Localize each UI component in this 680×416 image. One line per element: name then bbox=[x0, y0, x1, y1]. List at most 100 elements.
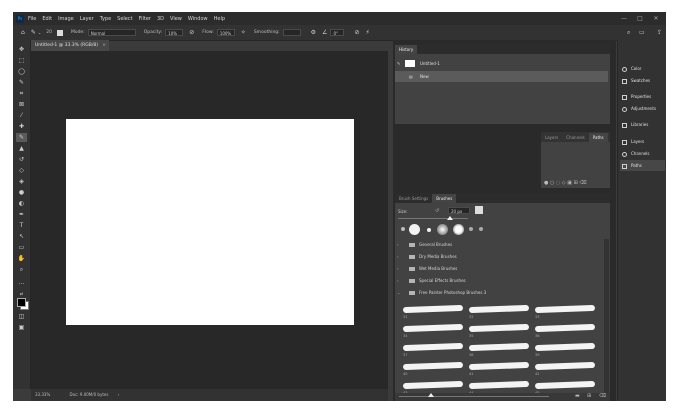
size-slider-track[interactable] bbox=[398, 218, 468, 219]
brush-stroke[interactable]: 31 bbox=[402, 301, 464, 319]
menu-type[interactable]: Type bbox=[100, 16, 111, 22]
menu-filter[interactable]: Filter bbox=[139, 16, 151, 22]
quick-select-tool-icon[interactable]: ✎ bbox=[16, 78, 27, 87]
paths-footer-icons[interactable]: ● ○ ◌ ◇ ▣ ⊞ ⌫ bbox=[544, 180, 586, 186]
preview-size-track[interactable] bbox=[399, 396, 549, 397]
zoom-tool-icon[interactable]: ⌕ bbox=[16, 265, 27, 274]
tab-history[interactable]: History bbox=[395, 45, 418, 54]
move-tool-icon[interactable]: ✥ bbox=[16, 45, 27, 54]
marquee-tool-icon[interactable]: ⬚ bbox=[16, 56, 27, 65]
hand-tool-icon[interactable]: ✋ bbox=[16, 254, 27, 263]
pen-tool-icon[interactable]: ✒ bbox=[16, 210, 27, 219]
chevron-down-icon[interactable]: ⌄ bbox=[38, 30, 41, 35]
brush-panel-toggle-icon[interactable] bbox=[56, 29, 63, 36]
tab-channels[interactable]: Channels bbox=[562, 133, 589, 142]
close-icon[interactable]: × bbox=[102, 40, 106, 51]
brush-tip-soft-small[interactable] bbox=[427, 228, 431, 232]
menu-file[interactable]: File bbox=[28, 16, 36, 22]
search-icon[interactable]: ⌕ bbox=[627, 29, 630, 37]
brush-stroke[interactable]: 37 bbox=[402, 339, 464, 357]
pressure-size-icon[interactable]: ⊘ bbox=[354, 29, 359, 36]
symmetry-icon[interactable]: ⚡ bbox=[365, 29, 369, 36]
flow-input[interactable]: 100% bbox=[216, 29, 235, 36]
brush-group-special-effects[interactable]: › Special Effects Brushes bbox=[395, 275, 610, 287]
angle-icon[interactable]: ∠ bbox=[322, 29, 327, 36]
tab-brushes[interactable]: Brushes bbox=[432, 194, 457, 203]
menu-layer[interactable]: Layer bbox=[80, 16, 94, 22]
brush-group-general[interactable]: › General Brushes bbox=[395, 239, 610, 251]
panel-properties[interactable]: Properties bbox=[620, 91, 665, 102]
brush-group-dry-media[interactable]: › Dry Media Brushes bbox=[395, 251, 610, 263]
menu-help[interactable]: Help bbox=[214, 16, 225, 22]
brush-tip-soft-round[interactable] bbox=[437, 224, 448, 235]
size-slider-thumb[interactable] bbox=[447, 216, 453, 220]
brush-stroke[interactable]: 39 bbox=[534, 339, 596, 357]
stamp-tool-icon[interactable]: ▲ bbox=[16, 144, 27, 153]
angle-input[interactable]: 0° bbox=[330, 29, 345, 36]
tab-layers[interactable]: Layers bbox=[541, 133, 562, 142]
dodge-tool-icon[interactable]: ◐ bbox=[16, 199, 27, 208]
delete-icon[interactable]: ⌫ bbox=[599, 393, 606, 399]
preview-size-thumb[interactable] bbox=[428, 393, 434, 397]
minimize-button[interactable]: — bbox=[617, 12, 631, 25]
eyedropper-tool-icon[interactable]: ⁄ bbox=[16, 111, 27, 120]
tab-brush-settings[interactable]: Brush Settings bbox=[395, 194, 432, 203]
frame-tool-icon[interactable]: ⊠ bbox=[16, 100, 27, 109]
brush-stroke[interactable]: 41 bbox=[468, 358, 530, 376]
reset-icon[interactable]: ↺ bbox=[435, 208, 439, 214]
brush-size-readout[interactable]: 20 bbox=[46, 30, 52, 35]
brush-group-free-painter[interactable]: ⌄ Free Painter Photoshop Brushes 3 bbox=[395, 287, 610, 299]
history-state[interactable]: ▤ New bbox=[395, 71, 608, 82]
menu-view[interactable]: View bbox=[170, 16, 182, 22]
crop-tool-icon[interactable]: ⌗ bbox=[16, 89, 27, 98]
panel-layers[interactable]: Layers bbox=[620, 136, 665, 147]
panel-libraries[interactable]: Libraries bbox=[620, 119, 665, 130]
lasso-tool-icon[interactable]: ◯ bbox=[16, 67, 27, 76]
eraser-tool-icon[interactable]: ◇ bbox=[16, 166, 27, 175]
brushes-scrollbar[interactable] bbox=[604, 239, 609, 397]
swap-colors-icon[interactable]: ⇄ bbox=[16, 289, 27, 298]
foreground-color-swatch[interactable] bbox=[17, 298, 26, 307]
airbrush-icon[interactable]: ✧ bbox=[241, 29, 246, 36]
gradient-tool-icon[interactable]: ◈ bbox=[16, 177, 27, 186]
panel-adjustments[interactable]: Adjustments bbox=[620, 103, 665, 114]
mode-select[interactable]: Normal bbox=[87, 29, 136, 36]
panel-swatches[interactable]: Swatches bbox=[620, 75, 665, 86]
menu-window[interactable]: Window bbox=[188, 16, 208, 22]
brush-stroke[interactable]: 36 bbox=[534, 320, 596, 338]
new-group-icon[interactable]: ▬ bbox=[575, 393, 580, 399]
brush-stroke[interactable]: 40 bbox=[402, 358, 464, 376]
brush-size-input[interactable]: 20 px bbox=[448, 207, 470, 214]
document-tab[interactable]: Untitled-1 @ 33.3% (RGB/8) × bbox=[31, 40, 109, 51]
workspace-icon[interactable]: ▭ bbox=[639, 29, 645, 36]
brush-stroke[interactable]: 42 bbox=[534, 358, 596, 376]
menu-edit[interactable]: Edit bbox=[42, 16, 52, 22]
path-select-tool-icon[interactable]: ↖ bbox=[16, 232, 27, 241]
home-icon[interactable]: ⌂ bbox=[21, 29, 25, 36]
history-brush-source-icon[interactable]: ✎ bbox=[397, 58, 400, 69]
brush-tip-airbrush[interactable] bbox=[453, 224, 464, 235]
shape-tool-icon[interactable]: ▭ bbox=[16, 243, 27, 252]
brush-group-wet-media[interactable]: › Wet Media Brushes bbox=[395, 263, 610, 275]
new-brush-icon[interactable]: ⊞ bbox=[587, 393, 591, 399]
brush-tip-small[interactable] bbox=[401, 227, 405, 231]
brush-tip-spatter-2[interactable] bbox=[479, 227, 483, 231]
new-brush-preset-icon[interactable] bbox=[475, 206, 483, 214]
menu-image[interactable]: Image bbox=[58, 16, 74, 22]
gear-icon[interactable]: ⚙ bbox=[311, 29, 316, 36]
panel-channels[interactable]: Channels bbox=[620, 148, 665, 159]
restore-button[interactable]: □ bbox=[633, 12, 647, 25]
tab-paths[interactable]: Paths bbox=[588, 133, 608, 142]
brush-stroke[interactable]: 32 bbox=[468, 301, 530, 319]
pasteboard[interactable] bbox=[31, 51, 388, 389]
close-button[interactable]: ✕ bbox=[649, 12, 663, 25]
brush-stroke[interactable]: 34 bbox=[402, 320, 464, 338]
pressure-opacity-icon[interactable]: ⊘ bbox=[189, 29, 194, 36]
zoom-level[interactable]: 33.33% bbox=[35, 392, 50, 397]
document-canvas[interactable] bbox=[66, 119, 354, 325]
chevron-right-icon[interactable]: › bbox=[118, 392, 120, 397]
brush-stroke[interactable]: 33 bbox=[534, 301, 596, 319]
menu-select[interactable]: Select bbox=[117, 16, 132, 22]
brush-stroke[interactable]: 38 bbox=[468, 339, 530, 357]
healing-tool-icon[interactable]: ✚ bbox=[16, 122, 27, 131]
